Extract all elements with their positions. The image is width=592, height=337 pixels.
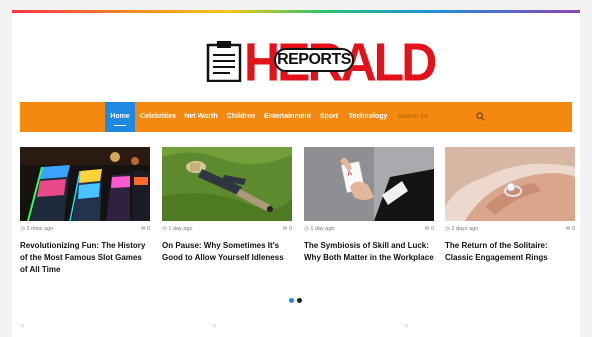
post-title[interactable]: Revolutionizing Fun: The History of the … [20, 240, 150, 276]
nav-item-net-worth[interactable]: Net Worth [182, 102, 220, 132]
post-card[interactable]: ◷ 1 day ago ✉ 0 On Pause: Why Sometimes … [162, 147, 292, 264]
post-title[interactable]: The Return of the Solitaire: Classic Eng… [445, 240, 575, 264]
slider-dot[interactable] [297, 298, 302, 303]
post-title[interactable]: The Symbiosis of Skill and Luck: Why Bot… [304, 240, 434, 264]
post-card[interactable]: ◷ 3 mins ago ✉ 0 Revolutionizing Fun: Th… [20, 147, 150, 276]
post-comments[interactable]: ✉ 0 [141, 226, 150, 232]
top-color-bar [12, 10, 580, 13]
post-comments-count: 0 [430, 226, 434, 232]
post-card[interactable]: ◷ 2 days ago ✉ 0 The Return of the Solit… [445, 147, 575, 264]
post-comments[interactable]: ✉ 0 [566, 226, 575, 232]
search-input[interactable]: Search for [398, 102, 428, 132]
post-thumbnail-hand-holding-ace[interactable]: A [304, 147, 434, 221]
post-card[interactable]: A ◷ 1 day ago ✉ 0 The Symbiosis of Skill… [304, 147, 434, 264]
post-time: ◷ 3 mins ago [20, 226, 54, 232]
post-meta: ◷ 1 day ago ✉ 0 [162, 226, 292, 236]
slider-dot-active[interactable] [289, 298, 294, 303]
post-comments-count: 0 [288, 226, 292, 232]
logo-badge-text: REPORTS [277, 51, 351, 68]
clipboard-icon [206, 41, 242, 82]
post-time-text: 3 mins ago [26, 226, 54, 232]
post-time-text: 2 days ago [451, 226, 479, 232]
next-row-meta: ◷ [212, 323, 217, 329]
nav-item-entertainment[interactable]: Entertainment [264, 102, 311, 132]
post-time: ◷ 1 day ago [162, 226, 193, 232]
post-time-text: 1 day ago [168, 226, 193, 232]
nav-item-home[interactable]: Home [105, 102, 135, 132]
logo-badge: REPORTS [274, 48, 354, 72]
post-comments-count: 0 [571, 226, 575, 232]
main-navigation: Home Celebrities Net Worth Children Ente… [20, 102, 572, 132]
post-comments[interactable]: ✉ 0 [425, 226, 434, 232]
post-time-text: 1 day ago [310, 226, 335, 232]
post-thumbnail-slot-machines[interactable] [20, 147, 150, 221]
post-thumbnail-engagement-ring[interactable] [445, 147, 575, 221]
post-meta: ◷ 3 mins ago ✉ 0 [20, 226, 150, 236]
slider-pagination [289, 290, 305, 308]
nav-item-children[interactable]: Children [226, 102, 256, 132]
nav-item-sport[interactable]: Sport [318, 102, 340, 132]
post-meta: ◷ 2 days ago ✉ 0 [445, 226, 575, 236]
site-logo[interactable]: HERALD REPORTS [204, 32, 437, 92]
nav-item-celebrities[interactable]: Celebrities [138, 102, 178, 132]
post-comments-count: 0 [146, 226, 150, 232]
page-container: HERALD REPORTS Home Celebrities Net Wort… [12, 10, 580, 337]
post-thumbnail-man-on-grass[interactable] [162, 147, 292, 221]
next-row-meta: ◷ [404, 323, 409, 329]
search-icon[interactable] [476, 112, 485, 121]
nav-item-technology[interactable]: Technology [348, 102, 388, 132]
post-comments[interactable]: ✉ 0 [283, 226, 292, 232]
post-time: ◷ 1 day ago [304, 226, 335, 232]
next-row-meta: ◷ [20, 323, 25, 329]
post-time: ◷ 2 days ago [445, 226, 479, 232]
post-meta: ◷ 1 day ago ✉ 0 [304, 226, 434, 236]
post-title[interactable]: On Pause: Why Sometimes It's Good to All… [162, 240, 292, 264]
